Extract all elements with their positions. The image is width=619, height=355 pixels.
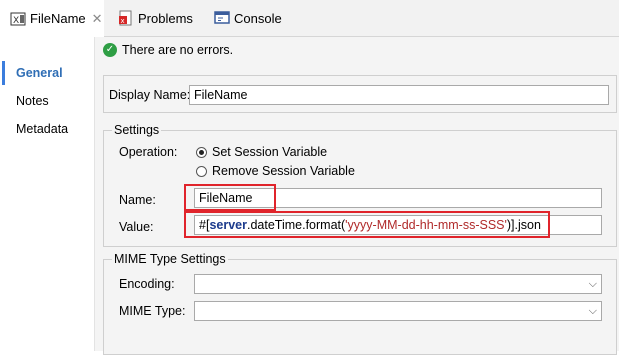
tab-filename-label: FileName — [30, 11, 86, 26]
value-label: Value: — [119, 220, 154, 234]
sidebar-item-general[interactable]: General — [16, 66, 63, 80]
settings-title: Settings — [112, 123, 162, 137]
tab-problems[interactable]: x Problems — [118, 0, 193, 36]
tab-console[interactable]: Console — [214, 0, 282, 36]
radio-label: Remove Session Variable — [212, 164, 355, 178]
tab-filename[interactable]: X FileName ✕ — [0, 0, 104, 37]
radio-unchecked-icon — [196, 165, 207, 177]
close-icon[interactable]: ✕ — [92, 11, 103, 27]
chevron-down-icon: ⌵ — [588, 278, 597, 290]
mime-type-select[interactable]: ⌵ — [194, 301, 602, 321]
mime-type-label: MIME Type: — [119, 304, 186, 318]
sidebar-item-metadata[interactable]: Metadata — [16, 122, 68, 136]
tab-problems-label: Problems — [138, 10, 193, 26]
display-name-input[interactable]: FileName — [189, 85, 609, 105]
check-circle-icon: ✓ — [103, 43, 117, 57]
radio-set-session-variable[interactable]: Set Session Variable — [196, 145, 327, 159]
settings-group: Settings Operation: Set Session Variable… — [103, 123, 617, 247]
validation-status: ✓ There are no errors. — [103, 43, 233, 57]
encoding-label: Encoding: — [119, 277, 175, 291]
radio-label: Set Session Variable — [212, 145, 328, 159]
svg-text:x: x — [121, 17, 125, 25]
display-name-label: Display Name: — [109, 88, 191, 102]
filename-step-icon: X — [10, 12, 26, 26]
display-name-group: Display Name: FileName — [103, 75, 617, 113]
tab-console-label: Console — [234, 10, 282, 26]
chevron-down-icon: ⌵ — [588, 305, 597, 317]
svg-text:X: X — [13, 16, 19, 26]
mime-title: MIME Type Settings — [112, 252, 228, 266]
value-highlight — [184, 211, 550, 238]
properties-sidebar: General Notes Metadata — [0, 37, 95, 351]
editor-tab-bar: X FileName ✕ x Problems Console — [0, 0, 619, 37]
console-icon — [214, 11, 230, 24]
radio-remove-session-variable[interactable]: Remove Session Variable — [196, 164, 355, 178]
name-label: Name: — [119, 193, 156, 207]
operation-label: Operation: — [119, 145, 178, 159]
active-indicator — [2, 61, 5, 85]
mime-type-group: MIME Type Settings Encoding: ⌵ MIME Type… — [103, 252, 617, 355]
encoding-select[interactable]: ⌵ — [194, 274, 602, 294]
radio-checked-icon — [196, 146, 207, 158]
sidebar-item-notes[interactable]: Notes — [16, 94, 49, 108]
problems-icon: x — [119, 10, 132, 26]
properties-content: ✓ There are no errors. Display Name: Fil… — [95, 37, 619, 355]
status-text: There are no errors. — [122, 43, 234, 57]
name-highlight — [184, 184, 276, 211]
